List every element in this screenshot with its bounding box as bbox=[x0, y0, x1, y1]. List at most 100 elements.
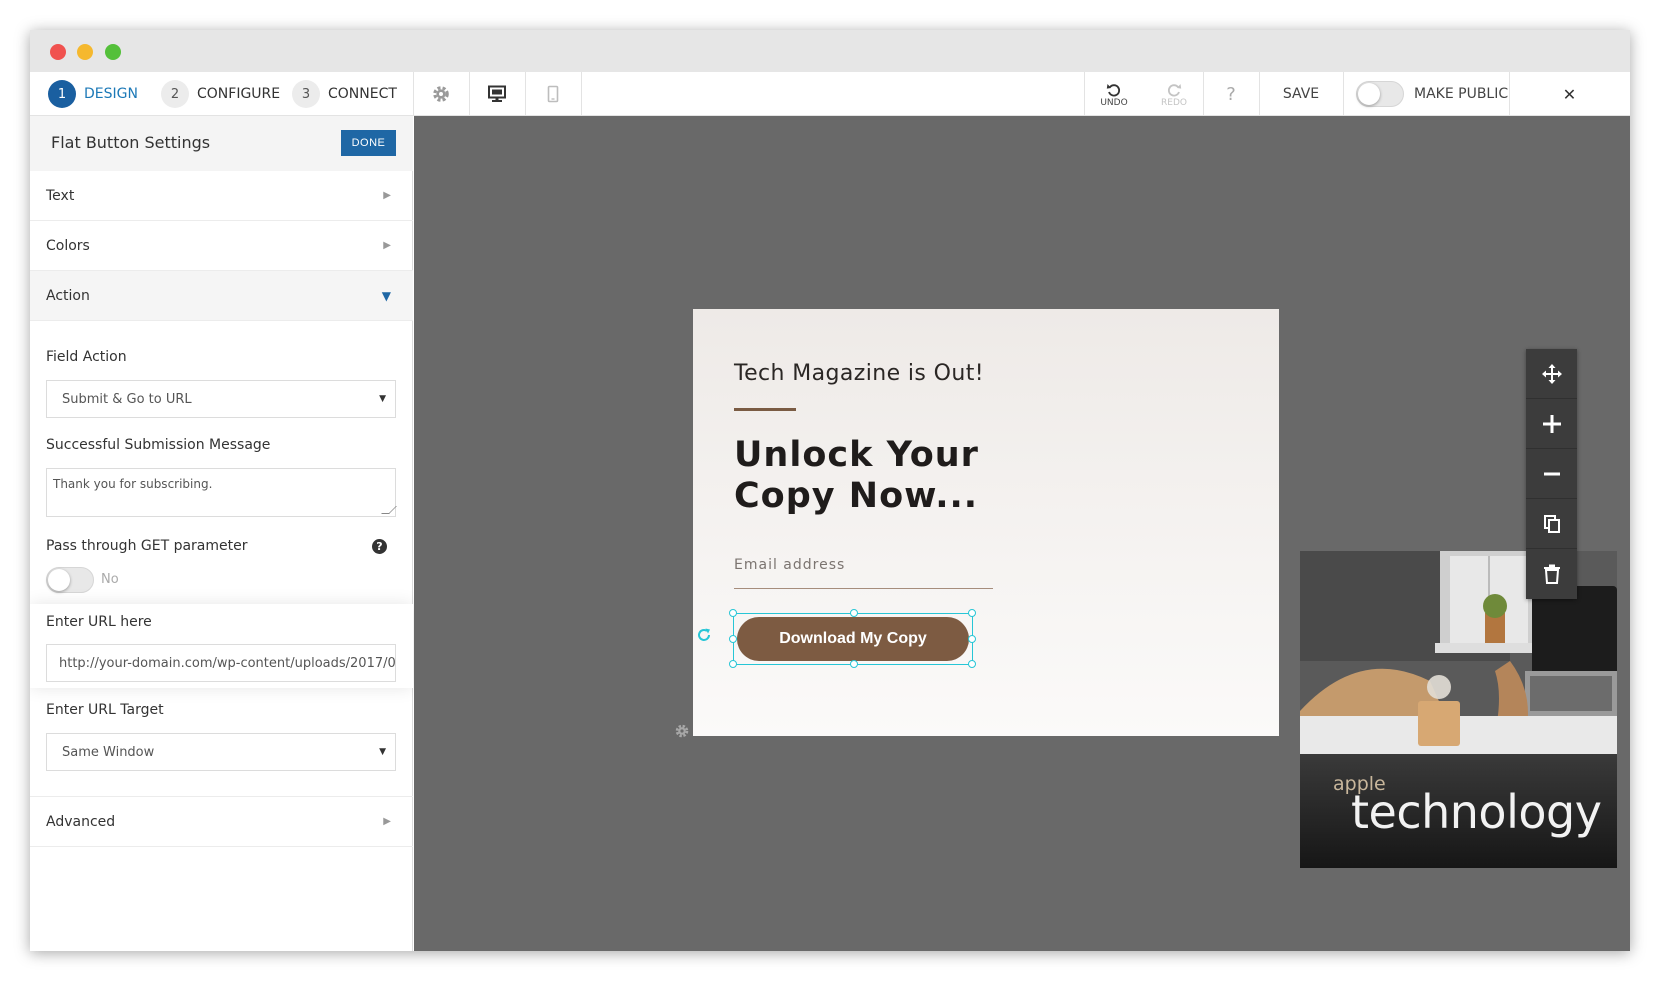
magazine-title: technology bbox=[1351, 785, 1602, 839]
url-target-select[interactable]: Same Window ▼ bbox=[46, 733, 396, 771]
undo-button[interactable]: UNDO bbox=[1084, 76, 1144, 114]
title-bar bbox=[30, 30, 1630, 72]
email-field[interactable]: Email address bbox=[734, 557, 845, 573]
pass-get-toggle[interactable] bbox=[46, 567, 94, 593]
undo-label: UNDO bbox=[1100, 98, 1128, 108]
step-design[interactable]: 1 DESIGN bbox=[48, 79, 138, 109]
save-label: SAVE bbox=[1282, 86, 1320, 102]
cta-selection-box[interactable]: Download My Copy bbox=[729, 609, 976, 668]
section-colors[interactable]: Colors ▶ bbox=[30, 221, 413, 271]
card-divider bbox=[734, 408, 796, 411]
settings-gear-icon bbox=[433, 86, 449, 102]
step-design-label: DESIGN bbox=[84, 86, 138, 102]
duplicate-icon bbox=[1543, 514, 1560, 533]
step-design-number: 1 bbox=[48, 80, 76, 108]
success-message-textarea[interactable]: Thank you for subscribing. bbox=[46, 468, 397, 517]
section-text[interactable]: Text ▶ bbox=[30, 171, 413, 221]
resize-handle[interactable] bbox=[850, 660, 858, 668]
zoom-out-button[interactable] bbox=[1526, 449, 1577, 499]
delete-button[interactable] bbox=[1526, 549, 1577, 599]
make-public-label: MAKE PUBLIC bbox=[1414, 86, 1509, 102]
resize-handle[interactable] bbox=[729, 609, 737, 617]
desktop-view-icon bbox=[488, 85, 506, 102]
redo-label: REDO bbox=[1161, 98, 1187, 108]
step-configure[interactable]: 2 CONFIGURE bbox=[161, 79, 280, 109]
redo-button[interactable]: REDO bbox=[1144, 76, 1204, 114]
optin-card[interactable]: Tech Magazine is Out! Unlock Your Copy N… bbox=[693, 309, 1617, 868]
help-button[interactable]: ? bbox=[1203, 72, 1259, 116]
chevron-right-icon: ▶ bbox=[383, 816, 391, 827]
url-target-value: Same Window bbox=[62, 744, 155, 760]
resize-handle[interactable] bbox=[968, 609, 976, 617]
step-connect[interactable]: 3 CONNECT bbox=[292, 79, 397, 109]
save-button[interactable]: SAVE bbox=[1259, 72, 1343, 116]
resize-handle[interactable] bbox=[850, 609, 858, 617]
pass-get-state: No bbox=[101, 572, 119, 587]
success-message-label: Successful Submission Message bbox=[46, 437, 271, 453]
rotate-icon[interactable] bbox=[696, 627, 712, 643]
section-action[interactable]: Action ▼ bbox=[30, 271, 413, 321]
make-public-toggle[interactable] bbox=[1356, 81, 1404, 107]
section-action-label: Action bbox=[46, 287, 90, 304]
resize-handle[interactable] bbox=[968, 660, 976, 668]
zoom-in-button[interactable] bbox=[1526, 399, 1577, 449]
zoom-in-icon bbox=[1542, 414, 1561, 433]
sidebar-header: Flat Button Settings DONE bbox=[30, 116, 413, 171]
done-button[interactable]: DONE bbox=[341, 130, 396, 156]
make-public-control[interactable]: MAKE PUBLIC bbox=[1356, 72, 1508, 116]
minimize-window-dot[interactable] bbox=[77, 44, 93, 60]
undo-icon bbox=[1106, 84, 1121, 97]
desktop-view-button[interactable] bbox=[469, 72, 525, 116]
toolbar-divider bbox=[1343, 72, 1344, 116]
chevron-right-icon: ▶ bbox=[383, 190, 391, 201]
duplicate-button[interactable] bbox=[1526, 499, 1577, 549]
resize-handle[interactable] bbox=[729, 635, 737, 643]
editor-canvas[interactable]: Tech Magazine is Out! Unlock Your Copy N… bbox=[414, 116, 1630, 951]
field-action-value: Submit & Go to URL bbox=[62, 391, 192, 407]
toolbar-divider bbox=[581, 72, 582, 116]
card-headline[interactable]: Unlock Your Copy Now... bbox=[734, 435, 1014, 517]
maximize-window-dot[interactable] bbox=[105, 44, 121, 60]
card-kicker[interactable]: Tech Magazine is Out! bbox=[734, 361, 984, 386]
step-configure-label: CONFIGURE bbox=[197, 86, 281, 102]
element-tools-panel bbox=[1526, 349, 1577, 599]
resize-handle[interactable] bbox=[729, 660, 737, 668]
url-value: http://your-domain.com/wp-content/upload… bbox=[59, 655, 396, 671]
resize-handle-icon[interactable] bbox=[381, 506, 397, 514]
settings-button[interactable] bbox=[413, 72, 469, 116]
step-configure-number: 2 bbox=[161, 80, 189, 108]
app-window: 1 DESIGN 2 CONFIGURE 3 CONNECT UNDO REDO… bbox=[30, 30, 1630, 951]
url-section: Enter URL here http://your-domain.com/wp… bbox=[30, 604, 413, 688]
section-text-label: Text bbox=[46, 187, 75, 204]
close-editor-button[interactable]: ✕ bbox=[1509, 72, 1630, 116]
step-connect-label: CONNECT bbox=[328, 86, 397, 102]
url-label: Enter URL here bbox=[46, 614, 152, 630]
success-message-value: Thank you for subscribing. bbox=[53, 477, 213, 491]
top-toolbar: 1 DESIGN 2 CONFIGURE 3 CONNECT UNDO REDO… bbox=[30, 72, 1630, 116]
field-action-label: Field Action bbox=[46, 349, 127, 365]
url-input[interactable]: http://your-domain.com/wp-content/upload… bbox=[46, 644, 396, 682]
mobile-view-button[interactable] bbox=[525, 72, 581, 116]
resize-handle[interactable] bbox=[968, 635, 976, 643]
step-connect-number: 3 bbox=[292, 80, 320, 108]
close-window-dot[interactable] bbox=[50, 44, 66, 60]
help-icon[interactable]: ? bbox=[372, 539, 387, 554]
chevron-down-icon: ▼ bbox=[379, 747, 386, 757]
section-colors-label: Colors bbox=[46, 237, 90, 254]
move-button[interactable] bbox=[1526, 349, 1577, 399]
chevron-right-icon: ▶ bbox=[383, 240, 391, 251]
zoom-out-icon bbox=[1543, 472, 1560, 475]
email-underline bbox=[734, 588, 993, 589]
pass-get-label: Pass through GET parameter bbox=[46, 538, 248, 554]
download-button[interactable]: Download My Copy bbox=[737, 617, 969, 661]
section-advanced[interactable]: Advanced ▶ bbox=[30, 796, 413, 847]
settings-sidebar: Flat Button Settings DONE Text ▶ Colors … bbox=[30, 116, 413, 951]
help-icon: ? bbox=[1226, 83, 1236, 105]
move-icon bbox=[1541, 363, 1562, 384]
section-advanced-label: Advanced bbox=[46, 813, 116, 830]
trash-icon bbox=[1543, 564, 1560, 584]
field-action-select[interactable]: Submit & Go to URL ▼ bbox=[46, 380, 396, 418]
chevron-down-icon: ▼ bbox=[381, 288, 391, 303]
card-settings-gear-icon[interactable] bbox=[674, 723, 690, 739]
redo-icon bbox=[1167, 84, 1182, 97]
